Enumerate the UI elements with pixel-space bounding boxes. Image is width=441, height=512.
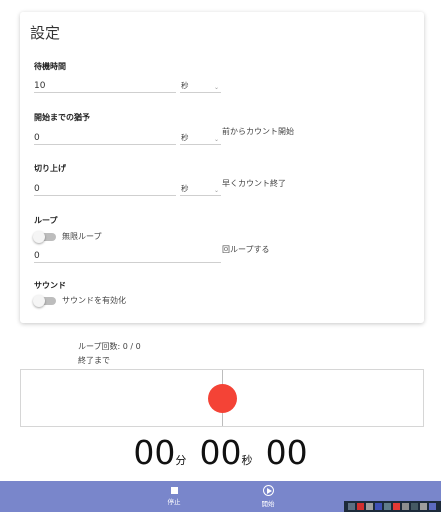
stop-icon [170, 487, 178, 494]
taskbar-app-icon[interactable] [384, 503, 391, 510]
taskbar-app-icon[interactable] [420, 503, 427, 510]
wait-time-unit-select[interactable]: 秒 ⌄ [180, 78, 221, 93]
wait-time-value: 10 [34, 81, 46, 91]
chevron-down-icon: ⌄ [213, 187, 219, 194]
wait-time-input[interactable]: 10 [34, 78, 176, 93]
toggle-knob [33, 231, 45, 243]
loop-count-status: ループ回数: 0 / 0 [78, 342, 141, 351]
round-up-label: 切り上げ [34, 164, 66, 173]
wait-time-unit: 秒 [181, 81, 189, 90]
grace-period-input[interactable]: 0 [34, 130, 176, 145]
progress-track [20, 369, 424, 427]
timer-centis: 00 [265, 433, 308, 472]
grace-period-unit-select[interactable]: 秒 ⌄ [180, 130, 221, 145]
sound-toggle[interactable] [33, 295, 56, 307]
wait-time-label: 待機時間 [34, 62, 66, 71]
round-up-value: 0 [34, 184, 40, 194]
round-up-suffix: 早くカウント終了 [222, 179, 286, 188]
grace-period-unit: 秒 [181, 133, 189, 142]
progress-indicator [208, 384, 237, 413]
round-up-unit: 秒 [181, 184, 189, 193]
round-up-unit-select[interactable]: 秒 ⌄ [180, 181, 221, 196]
taskbar-app-icon[interactable] [429, 503, 436, 510]
start-label: 開始 [261, 500, 275, 508]
until-end-status: 終了まで [78, 356, 110, 365]
infinite-loop-toggle[interactable] [33, 231, 56, 243]
system-taskbar [344, 501, 441, 512]
taskbar-app-icon[interactable] [402, 503, 409, 510]
countdown-timer: 00分 00秒 00 [0, 433, 441, 472]
timer-minutes-unit: 分 [175, 454, 187, 467]
timer-seconds: 00 [199, 433, 242, 472]
start-button[interactable]: 開始 [248, 484, 288, 508]
timer-minutes: 00 [133, 433, 176, 472]
settings-title: 設定 [30, 24, 61, 42]
toggle-knob [33, 295, 45, 307]
taskbar-app-icon[interactable] [411, 503, 418, 510]
sound-label: サウンド [34, 281, 66, 290]
infinite-loop-label: 無限ループ [62, 232, 102, 241]
stop-button[interactable]: 停止 [154, 484, 194, 506]
grace-period-value: 0 [34, 133, 40, 143]
settings-card: 設定 待機時間 10 秒 ⌄ 開始までの猶予 0 秒 ⌄ 前からカウント開始 切… [20, 12, 424, 323]
loop-count-value: 0 [34, 251, 40, 261]
loop-label: ループ [34, 216, 58, 225]
round-up-input[interactable]: 0 [34, 181, 176, 196]
chevron-down-icon: ⌄ [213, 136, 219, 143]
loop-suffix: 回ループする [222, 245, 270, 254]
stop-label: 停止 [167, 498, 181, 506]
taskbar-app-icon[interactable] [348, 503, 355, 510]
loop-count-input[interactable]: 0 [34, 248, 221, 263]
grace-period-label: 開始までの猶予 [34, 113, 90, 122]
taskbar-app-icon[interactable] [393, 503, 400, 510]
taskbar-app-icon[interactable] [357, 503, 364, 510]
play-circle-icon [262, 485, 274, 496]
sound-toggle-label: サウンドを有効化 [62, 296, 126, 305]
taskbar-app-icon[interactable] [366, 503, 373, 510]
grace-period-suffix: 前からカウント開始 [222, 127, 294, 136]
timer-seconds-unit: 秒 [241, 454, 253, 467]
taskbar-app-icon[interactable] [375, 503, 382, 510]
chevron-down-icon: ⌄ [213, 84, 219, 91]
